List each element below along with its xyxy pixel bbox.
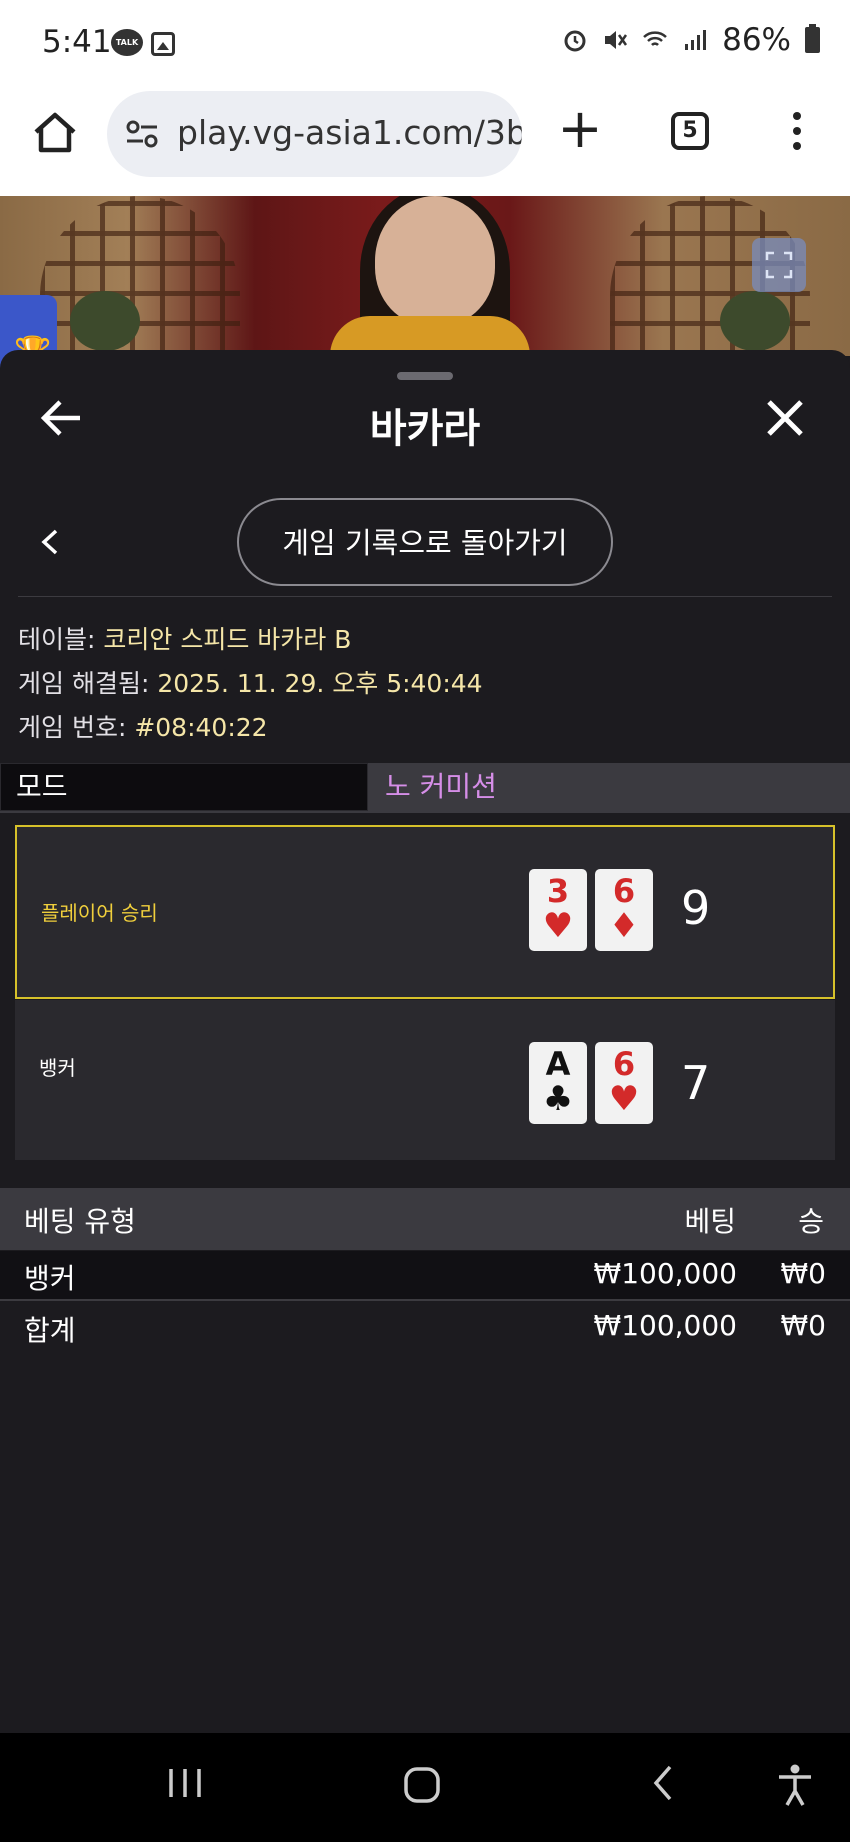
game-detail-sheet: 바카라 게임 기록으로 돌아가기 테이블: 코리안 스피드 바카라 B 게임 해…: [0, 350, 850, 1732]
banker-card-1: A ♣: [529, 1042, 587, 1124]
info-value: #08:40:22: [134, 713, 268, 742]
info-label: 게임 번호:: [18, 713, 135, 742]
card-suit: ♥: [608, 1079, 640, 1119]
decor-plant-left: [70, 291, 140, 351]
home-nav-icon[interactable]: [402, 1765, 442, 1805]
mode-row: 모드 노 커미션: [0, 763, 850, 813]
sheet-title: 바카라: [369, 406, 481, 452]
banker-card-2: 6 ♥: [595, 1042, 653, 1124]
header-win: 승: [798, 1205, 824, 1238]
wifi-icon: [643, 31, 667, 46]
card-suit: ♦: [608, 906, 640, 946]
banker-score: 7: [681, 1056, 711, 1110]
header-bet-type: 베팅 유형: [24, 1205, 136, 1238]
divider: [18, 596, 832, 597]
tab-switcher-button[interactable]: 5: [671, 112, 709, 150]
info-table: 테이블: 코리안 스피드 바카라 B: [18, 620, 351, 656]
expand-icon: [765, 251, 793, 279]
chevron-left-icon[interactable]: [38, 527, 62, 557]
banker-result-label: 뱅커: [39, 1056, 76, 1080]
decor-lattice-left: [40, 196, 240, 356]
bet-amount: ₩100,000: [593, 1257, 737, 1290]
system-nav-bar: [0, 1733, 850, 1842]
url-text[interactable]: play.vg-asia1.com/3b: [177, 113, 522, 152]
header-bet: 베팅: [684, 1205, 736, 1238]
battery-percent: 86%: [722, 22, 791, 58]
back-to-history-button[interactable]: 게임 기록으로 돌아가기: [237, 498, 613, 586]
dealer-face: [375, 196, 495, 326]
info-resolved: 게임 해결됨: 2025. 11. 29. 오후 5:40:44: [18, 664, 483, 700]
info-label: 게임 해결됨:: [18, 669, 158, 698]
player-result: 플레이어 승리 3 ♥ 6 ♦ 9: [15, 825, 835, 999]
status-bar: 5:41 TALK 86%: [0, 0, 850, 88]
bets-table-header: 베팅 유형 베팅 승: [0, 1188, 850, 1250]
browser-menu-button[interactable]: [787, 108, 807, 158]
browser-toolbar: play.vg-asia1.com/3b + 5: [0, 88, 850, 196]
back-nav-icon[interactable]: [648, 1763, 678, 1803]
player-score: 9: [681, 881, 711, 935]
mode-label: 모드: [0, 763, 368, 811]
new-tab-button[interactable]: +: [555, 102, 605, 156]
address-bar[interactable]: play.vg-asia1.com/3b: [107, 91, 522, 177]
total-bet: ₩100,000: [593, 1309, 737, 1342]
banker-result: 뱅커 A ♣ 6 ♥ 7: [15, 1000, 835, 1160]
battery-icon: [805, 24, 820, 53]
total-row: 합계 ₩100,000 ₩0: [0, 1303, 850, 1351]
signal-icon: [685, 30, 707, 50]
close-icon[interactable]: [765, 398, 805, 438]
bet-type: 뱅커: [24, 1262, 76, 1295]
card-suit: ♥: [542, 906, 574, 946]
fullscreen-button[interactable]: [752, 238, 806, 292]
win-amount: ₩0: [780, 1257, 827, 1290]
card-rank: 6: [612, 1045, 636, 1083]
live-dealer-video: [0, 196, 850, 356]
accessibility-icon[interactable]: [775, 1763, 815, 1807]
card-rank: 6: [612, 872, 636, 910]
mute-icon: [605, 31, 628, 49]
drag-handle[interactable]: [397, 372, 453, 380]
kakaotalk-icon: TALK: [111, 29, 143, 56]
card-rank: 3: [546, 872, 570, 910]
info-value: 코리안 스피드 바카라 B: [103, 625, 352, 654]
site-settings-icon[interactable]: [125, 119, 159, 149]
table-row: 뱅커 ₩100,000 ₩0: [0, 1251, 850, 1301]
alarm-icon: [564, 30, 586, 52]
status-time: 5:41: [42, 24, 112, 60]
player-card-1: 3 ♥: [529, 869, 587, 951]
recent-apps-icon[interactable]: [165, 1763, 205, 1803]
total-win: ₩0: [780, 1309, 827, 1342]
gallery-icon: [151, 32, 175, 56]
card-rank: A: [545, 1045, 571, 1083]
player-result-label: 플레이어 승리: [41, 901, 158, 925]
card-suit: ♣: [542, 1079, 574, 1119]
home-button[interactable]: [30, 108, 80, 158]
total-label: 합계: [24, 1314, 76, 1347]
decor-plant-right: [720, 291, 790, 351]
info-label: 테이블:: [18, 625, 104, 654]
player-card-2: 6 ♦: [595, 869, 653, 951]
info-game-number: 게임 번호: #08:40:22: [18, 708, 268, 744]
mode-value: 노 커미션: [385, 770, 497, 803]
info-value: 2025. 11. 29. 오후 5:40:44: [157, 669, 483, 698]
